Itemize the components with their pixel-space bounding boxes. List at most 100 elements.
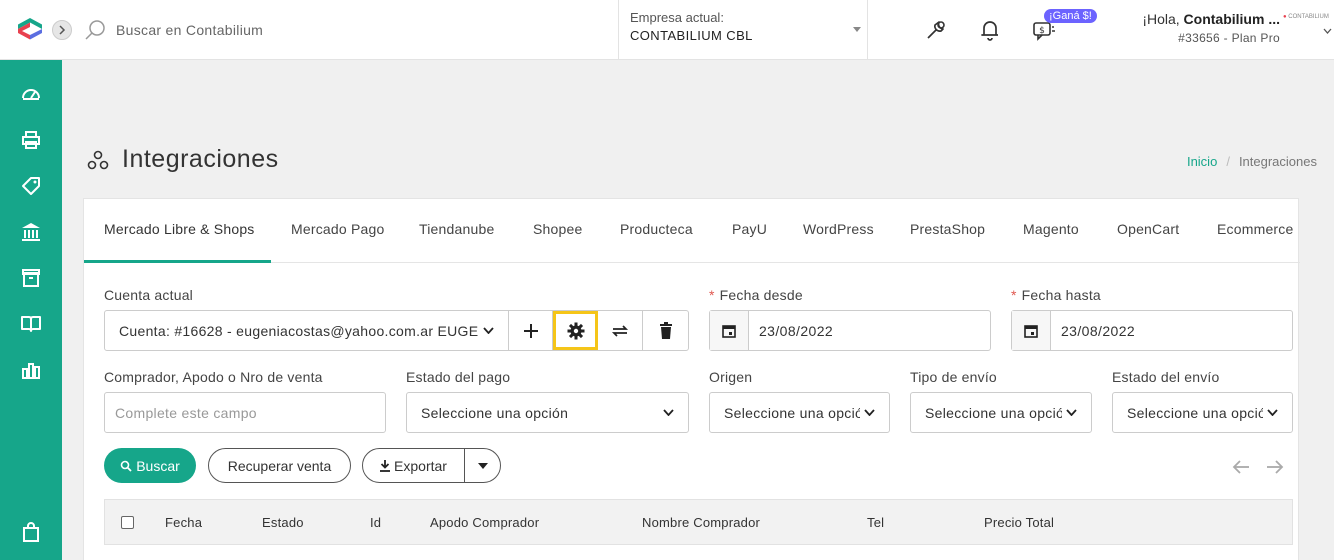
promo-badge[interactable]: ¡Ganá $! xyxy=(1044,9,1097,23)
arrow-left-icon[interactable] xyxy=(1232,460,1250,474)
estado-envio-value: Seleccione una opción xyxy=(1127,404,1263,421)
sync-account-button[interactable] xyxy=(598,311,644,350)
search-button[interactable]: Buscar xyxy=(104,448,196,483)
fecha-hasta-value: 23/08/2022 xyxy=(1061,322,1136,339)
bell-icon[interactable] xyxy=(978,18,1002,42)
select-all-checkbox[interactable] xyxy=(121,516,134,529)
fecha-hasta-text: Fecha hasta xyxy=(1021,287,1101,303)
user-plan: #33656 - Plan Pro xyxy=(1178,31,1280,45)
estado-envio-label: Estado del envío xyxy=(1112,369,1220,385)
fecha-desde-value: 23/08/2022 xyxy=(759,322,834,339)
column-estado[interactable]: Estado xyxy=(262,515,304,530)
sidebar-toggle-button[interactable] xyxy=(52,20,72,40)
caret-down-icon xyxy=(477,462,488,469)
tab-ecommerce[interactable]: Ecommerce xyxy=(1217,199,1293,263)
search-button-label: Buscar xyxy=(136,457,180,474)
company-logo-text: CONTABILIUM xyxy=(1288,14,1329,20)
column-id[interactable]: Id xyxy=(370,515,381,530)
archive-box-icon[interactable] xyxy=(19,266,43,290)
estado-envio-select[interactable]: Seleccione una opción xyxy=(1112,392,1293,433)
book-icon[interactable] xyxy=(19,312,43,336)
search-bar[interactable]: Buscar en Contabilium xyxy=(84,18,263,42)
plus-icon xyxy=(523,323,538,338)
chevron-down-icon xyxy=(1267,409,1278,416)
cuenta-select[interactable]: Cuenta: #16628 - eugeniacostas@yahoo.com… xyxy=(105,311,509,350)
fecha-hasta-field[interactable]: 23/08/2022 xyxy=(1011,310,1293,351)
search-icon xyxy=(85,20,105,40)
company-selector[interactable]: Empresa actual: CONTABILIUM CBL xyxy=(618,0,868,60)
origen-select[interactable]: Seleccione una opción xyxy=(709,392,890,433)
gear-icon xyxy=(567,322,585,339)
tools-icon[interactable] xyxy=(924,18,948,42)
integration-tabs: Mercado Libre & Shops Mercado Pago Tiend… xyxy=(84,199,1300,263)
tab-shopee[interactable]: Shopee xyxy=(533,199,582,263)
tab-producteca[interactable]: Producteca xyxy=(620,199,693,263)
tab-wordpress[interactable]: WordPress xyxy=(803,199,874,263)
search-icon xyxy=(120,460,132,472)
tab-magento[interactable]: Magento xyxy=(1023,199,1079,263)
recover-sale-button[interactable]: Recuperar venta xyxy=(208,448,351,483)
origen-label: Origen xyxy=(709,369,753,385)
fecha-desde-label: * Fecha desde xyxy=(709,287,803,303)
company-value: CONTABILIUM CBL xyxy=(630,28,753,43)
estado-pago-select[interactable]: Seleccione una opción xyxy=(406,392,689,433)
tab-tiendanube[interactable]: Tiendanube xyxy=(419,199,494,263)
column-tel[interactable]: Tel xyxy=(867,515,884,530)
dashboard-icon[interactable] xyxy=(19,82,43,106)
tab-opencart[interactable]: OpenCart xyxy=(1117,199,1179,263)
company-label: Empresa actual: xyxy=(630,10,724,25)
tab-mercado-libre-shops[interactable]: Mercado Libre & Shops xyxy=(84,199,271,263)
printer-icon[interactable] xyxy=(19,128,43,152)
required-mark: * xyxy=(1011,287,1017,303)
cuenta-value: Cuenta: #16628 - eugeniacostas@yahoo.com… xyxy=(119,322,479,339)
company-logo: ● CONTABILIUM xyxy=(1283,14,1329,20)
page-header: Integraciones xyxy=(86,145,279,174)
export-button-label: Exportar xyxy=(394,457,447,474)
cuenta-group: Cuenta: #16628 - eugeniacostas@yahoo.com… xyxy=(104,310,689,351)
calendar-icon[interactable] xyxy=(1012,311,1051,350)
tab-mercado-pago[interactable]: Mercado Pago xyxy=(291,199,384,263)
account-settings-button[interactable] xyxy=(553,311,599,350)
column-precio-total[interactable]: Precio Total xyxy=(984,515,1054,530)
arrow-right-icon[interactable] xyxy=(1266,460,1284,474)
shopping-bag-icon[interactable] xyxy=(19,520,43,544)
required-mark: * xyxy=(709,287,715,303)
column-apodo-comprador[interactable]: Apodo Comprador xyxy=(430,515,539,530)
column-fecha[interactable]: Fecha xyxy=(165,515,202,530)
logo-icon xyxy=(18,18,42,40)
calendar-icon[interactable] xyxy=(710,311,749,350)
tag-icon[interactable] xyxy=(19,174,43,198)
user-menu[interactable]: ¡Hola, Contabilium ... #33656 - Plan Pro xyxy=(1120,11,1280,45)
breadcrumb-home-link[interactable]: Inicio xyxy=(1187,154,1217,169)
chevron-right-icon xyxy=(59,25,66,35)
bank-icon[interactable] xyxy=(19,220,43,244)
origen-value: Seleccione una opción xyxy=(724,404,860,421)
tipo-envio-select[interactable]: Seleccione una opción xyxy=(910,392,1092,433)
estado-pago-label: Estado del pago xyxy=(406,369,511,385)
chevron-down-icon[interactable] xyxy=(1323,28,1332,34)
delete-account-button[interactable] xyxy=(643,311,688,350)
integrations-card: Mercado Libre & Shops Mercado Pago Tiend… xyxy=(83,198,1300,560)
bar-chart-icon[interactable] xyxy=(19,358,43,382)
fecha-hasta-label: * Fecha hasta xyxy=(1011,287,1101,303)
top-bar: Buscar en Contabilium Empresa actual: CO… xyxy=(0,0,1334,60)
search-input[interactable]: Buscar en Contabilium xyxy=(116,22,263,38)
chevron-down-icon xyxy=(864,409,875,416)
chevron-down-icon xyxy=(482,327,494,334)
breadcrumb-separator: / xyxy=(1226,154,1230,169)
add-account-button[interactable] xyxy=(509,311,554,350)
fecha-desde-text: Fecha desde xyxy=(719,287,803,303)
page-title: Integraciones xyxy=(122,145,279,173)
user-name: Contabilium ... xyxy=(1183,11,1280,27)
fecha-desde-field[interactable]: 23/08/2022 xyxy=(709,310,991,351)
comprador-input[interactable]: Complete este campo xyxy=(104,392,386,433)
download-icon xyxy=(380,459,391,472)
export-button[interactable]: Exportar xyxy=(363,449,465,482)
user-greeting: ¡Hola, Contabilium ... xyxy=(1120,11,1280,27)
integrations-icon xyxy=(87,150,109,169)
tab-payu[interactable]: PayU xyxy=(732,199,767,263)
tab-prestashop[interactable]: PrestaShop xyxy=(910,199,985,263)
column-nombre-comprador[interactable]: Nombre Comprador xyxy=(642,515,760,530)
export-dropdown-button[interactable] xyxy=(465,449,500,482)
comprador-label: Comprador, Apodo o Nro de venta xyxy=(104,369,323,385)
